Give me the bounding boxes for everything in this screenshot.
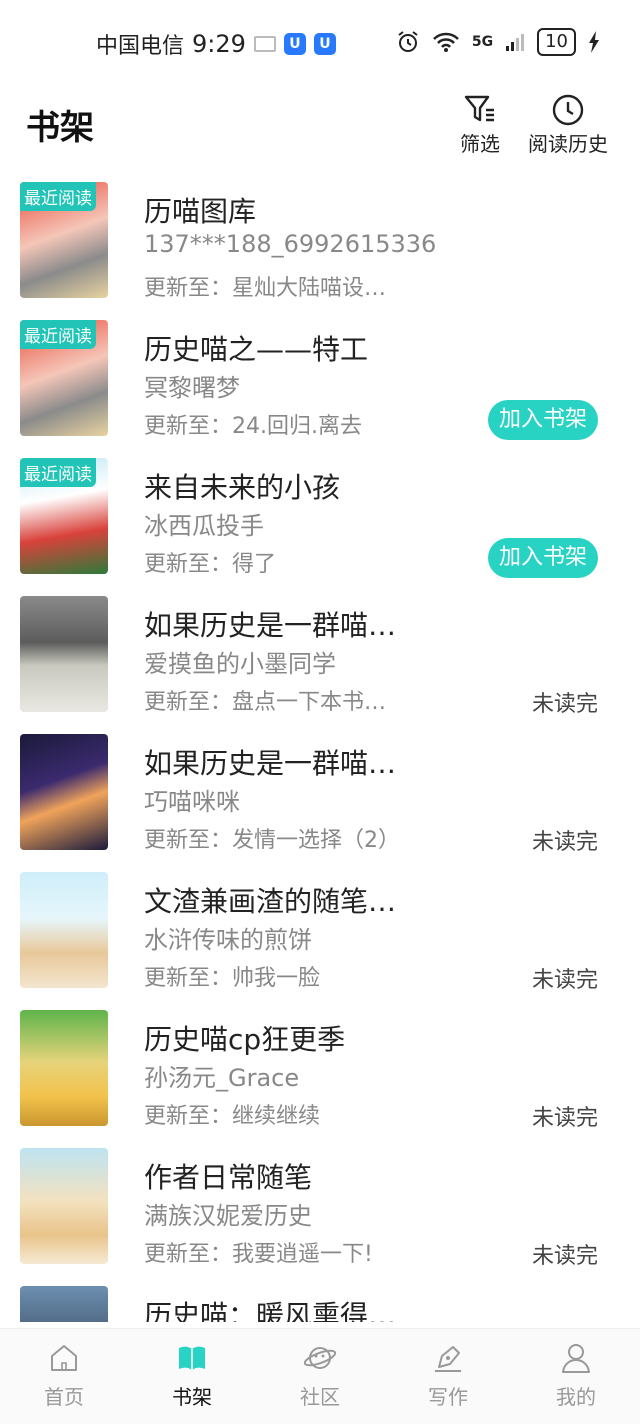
book-author: 孙汤元_Grace — [144, 1064, 300, 1092]
book-update: 更新至：得了 — [144, 552, 277, 577]
book-title: 文渣兼画渣的随笔… — [144, 885, 397, 918]
clock-icon — [552, 94, 584, 126]
book-title: 来自未来的小孩 — [144, 471, 341, 504]
book-update: 更新至：星灿大陆喵设… — [144, 276, 387, 301]
filter-icon — [464, 95, 494, 122]
book-title: 历喵图库 — [144, 195, 257, 228]
book-author: 137***188_6992615336 — [144, 230, 437, 258]
tab-bookshelf[interactable]: 书架 — [142, 1341, 242, 1410]
book-title: 如果历史是一群喵… — [144, 747, 397, 780]
bottom-tab-bar: 首页 书架 社区 写作 我的 — [0, 1328, 640, 1424]
book-title: 历史喵cp狂更季 — [144, 1023, 346, 1056]
network-label: 5G — [471, 34, 494, 50]
add-to-shelf-button[interactable]: 加入书架 — [488, 538, 598, 578]
mail-icon — [253, 36, 276, 52]
book-item[interactable]: 最近阅读 历史喵之——特工 冥黎曙梦 更新至：24.回归.离去 加入书架 — [0, 310, 640, 448]
recent-read-badge: 最近阅读 — [20, 458, 96, 487]
book-title: 作者日常随笔 — [144, 1161, 313, 1194]
book-cover[interactable]: 最近阅读 — [20, 182, 108, 298]
tab-bookshelf-label: 书架 — [172, 1385, 212, 1409]
book-cover[interactable]: 最近阅读 — [20, 458, 108, 574]
tab-community-label: 社区 — [300, 1385, 340, 1409]
book-author: 水浒传味的煎饼 — [144, 926, 312, 954]
status-bar: 中国电信 9:29 U U 5G 10 — [0, 0, 640, 88]
filter-button[interactable]: 筛选 — [460, 92, 500, 157]
book-item[interactable]: 如果历史是一群喵… 巧喵咪咪 更新至：发情一选择（2） 未读完 — [0, 724, 640, 862]
tab-write-label: 写作 — [428, 1385, 468, 1409]
book-author: 冰西瓜投手 — [144, 512, 264, 540]
page-header: 书架 筛选 阅读历史 — [0, 88, 640, 160]
carrier-label: 中国电信 — [96, 34, 185, 59]
book-cover[interactable] — [20, 734, 108, 850]
book-title: 如果历史是一群喵… — [144, 609, 397, 642]
book-item[interactable]: 如果历史是一群喵… 爱摸鱼的小墨同学 更新至：盘点一下本书… 未读完 — [0, 586, 640, 724]
reading-history-button[interactable]: 阅读历史 — [528, 92, 608, 157]
book-cover[interactable]: 最近阅读 — [20, 320, 108, 436]
book-icon — [179, 1346, 205, 1370]
book-author: 巧喵咪咪 — [144, 788, 240, 816]
book-cover[interactable] — [20, 1148, 108, 1264]
book-author: 爱摸鱼的小墨同学 — [144, 650, 336, 678]
book-cover[interactable] — [20, 1010, 108, 1126]
book-update: 更新至：帅我一脸 — [144, 966, 321, 991]
recent-read-badge: 最近阅读 — [20, 320, 96, 349]
recent-read-badge: 最近阅读 — [20, 182, 96, 211]
book-title: 历史喵之——特工 — [144, 333, 369, 366]
book-update: 更新至：继续继续 — [144, 1104, 321, 1129]
tab-home-label: 首页 — [44, 1385, 84, 1409]
unread-status: 未读完 — [531, 692, 598, 717]
page-title: 书架 — [26, 108, 94, 148]
unread-status: 未读完 — [531, 968, 598, 993]
alarm-icon — [398, 31, 418, 52]
pen-icon — [435, 1346, 461, 1372]
book-item[interactable]: 历史喵cp狂更季 孙汤元_Grace 更新至：继续继续 未读完 — [0, 1000, 640, 1138]
unread-status: 未读完 — [531, 830, 598, 855]
book-cover[interactable] — [20, 1286, 108, 1322]
signal-icon — [506, 34, 525, 51]
reading-history-label: 阅读历史 — [528, 132, 608, 156]
book-item[interactable]: 最近阅读 历喵图库 137***188_6992615336 更新至：星灿大陆喵… — [0, 172, 640, 310]
status-right: 5G 10 — [396, 28, 600, 56]
book-cover[interactable] — [20, 596, 108, 712]
home-icon — [51, 1345, 77, 1371]
status-left: 中国电信 9:29 U U — [96, 28, 336, 60]
filter-label: 筛选 — [460, 132, 500, 156]
tab-profile-label: 我的 — [556, 1385, 596, 1409]
clock: 9:29 — [192, 30, 246, 58]
tab-community[interactable]: 社区 — [270, 1341, 370, 1410]
book-cover[interactable] — [20, 872, 108, 988]
tab-profile[interactable]: 我的 — [526, 1341, 626, 1410]
book-item[interactable]: 文渣兼画渣的随笔… 水浒传味的煎饼 更新至：帅我一脸 未读完 — [0, 862, 640, 1000]
book-item[interactable]: 最近阅读 来自未来的小孩 冰西瓜投手 更新至：得了 加入书架 — [0, 448, 640, 586]
app-notification-icon: U — [283, 33, 306, 55]
book-update: 更新至：我要逍遥一下! — [144, 1242, 373, 1267]
app-notification-icon: U — [313, 33, 336, 55]
book-item[interactable]: 历史喵：暖风熏得… — [0, 1276, 640, 1322]
unread-status: 未读完 — [531, 1244, 598, 1269]
tab-write[interactable]: 写作 — [398, 1341, 498, 1410]
book-author: 满族汉妮爱历史 — [144, 1202, 312, 1230]
unread-status: 未读完 — [531, 1106, 598, 1131]
add-to-shelf-button[interactable]: 加入书架 — [488, 400, 598, 440]
bookshelf-list[interactable]: 最近阅读 历喵图库 137***188_6992615336 更新至：星灿大陆喵… — [0, 172, 640, 1322]
book-author: 冥黎曙梦 — [144, 374, 240, 402]
book-title: 历史喵：暖风熏得… — [144, 1299, 397, 1322]
book-update: 更新至：盘点一下本书… — [144, 690, 387, 715]
planet-icon — [303, 1347, 337, 1369]
book-update: 更新至：发情一选择（2） — [144, 828, 400, 853]
profile-icon — [562, 1344, 590, 1373]
book-update: 更新至：24.回归.离去 — [144, 414, 362, 439]
charging-icon — [589, 31, 599, 53]
wifi-icon — [432, 32, 459, 52]
book-item[interactable]: 作者日常随笔 满族汉妮爱历史 更新至：我要逍遥一下! 未读完 — [0, 1138, 640, 1276]
tab-home[interactable]: 首页 — [14, 1341, 114, 1410]
battery-indicator: 10 — [537, 28, 576, 56]
